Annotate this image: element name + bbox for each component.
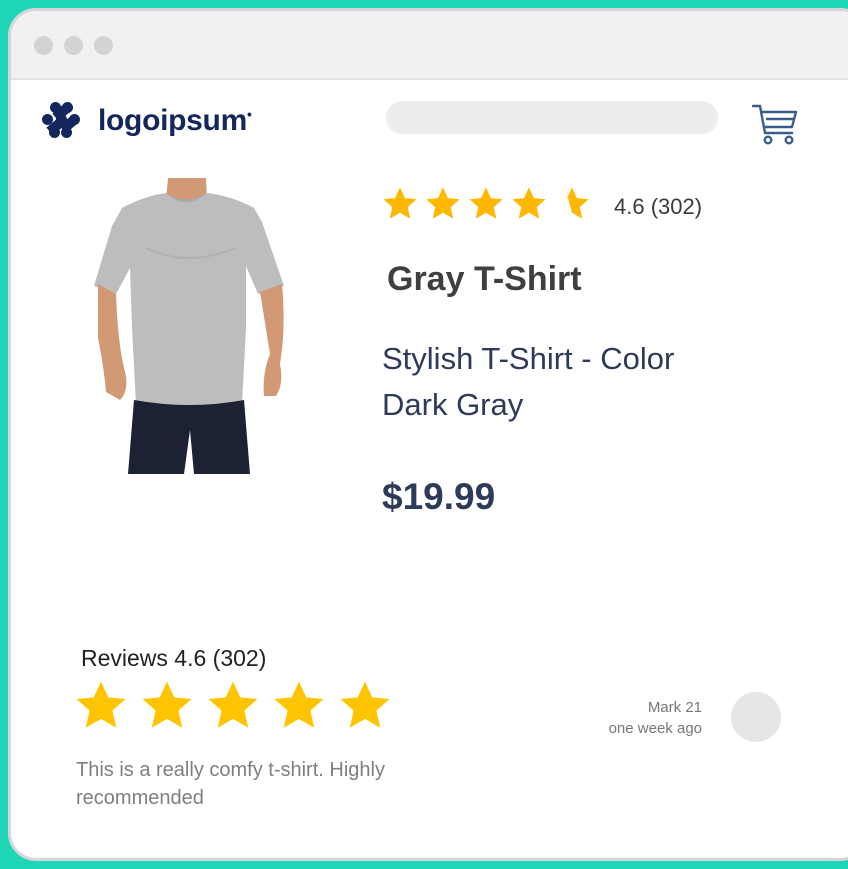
window-minimize-button[interactable] bbox=[64, 36, 83, 55]
star-icon bbox=[208, 681, 258, 728]
logo-mark-icon bbox=[42, 102, 80, 138]
star-icon bbox=[142, 681, 192, 728]
star-icon bbox=[469, 187, 503, 219]
product-rating-text: 4.6 (302) bbox=[614, 194, 703, 219]
window-titlebar bbox=[11, 11, 848, 80]
window-close-button[interactable] bbox=[34, 36, 53, 55]
product-rating-stars bbox=[381, 183, 596, 225]
star-icon bbox=[76, 681, 126, 728]
window-maximize-button[interactable] bbox=[94, 36, 113, 55]
search-input[interactable] bbox=[386, 101, 718, 134]
product-price: $19.99 bbox=[382, 476, 496, 517]
avatar[interactable] bbox=[731, 692, 781, 742]
review-meta: Mark 21 one week ago bbox=[609, 697, 702, 739]
star-icon bbox=[512, 187, 546, 219]
star-icon bbox=[340, 681, 390, 728]
star-icon bbox=[383, 187, 417, 219]
logo[interactable]: logoipsum• bbox=[36, 96, 252, 146]
review-text: This is a really comfy t-shirt. Highly r… bbox=[76, 759, 385, 809]
review-time: one week ago bbox=[608, 720, 702, 737]
star-icon bbox=[274, 681, 324, 728]
cart-icon[interactable] bbox=[750, 100, 800, 148]
reviews-heading: Reviews 4.6 (302) bbox=[81, 645, 267, 671]
product-description: Stylish T-Shirt - Color Dark Gray bbox=[382, 341, 675, 422]
review-stars bbox=[73, 678, 403, 734]
product-title: Gray T-Shirt bbox=[387, 260, 582, 298]
star-icon bbox=[426, 187, 460, 219]
logo-text: logoipsum• bbox=[98, 104, 252, 137]
review-author: Mark 21 bbox=[647, 699, 702, 716]
product-image[interactable] bbox=[86, 178, 286, 474]
star-half-icon bbox=[567, 187, 589, 219]
